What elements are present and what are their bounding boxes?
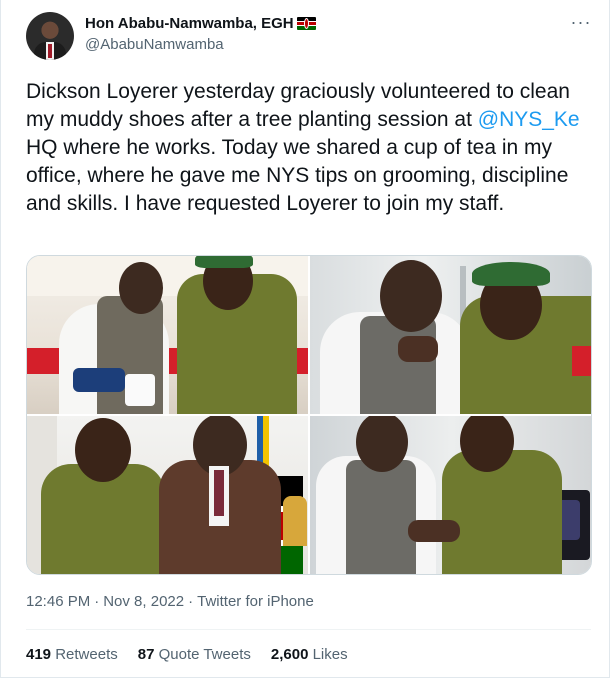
tweet-time[interactable]: 12:46 PM	[26, 593, 90, 610]
retweets-label: Retweets	[55, 646, 118, 663]
photo-4[interactable]	[310, 416, 591, 574]
likes-label: Likes	[312, 646, 348, 663]
likes-stat[interactable]: 2,600 Likes	[271, 646, 348, 663]
photo-2[interactable]	[310, 256, 591, 414]
retweets-count: 419	[26, 646, 52, 663]
likes-count: 2,600	[270, 646, 309, 663]
mention-link[interactable]: @NYS_Ke	[478, 108, 580, 131]
tweet-source[interactable]: Twitter for iPhone	[197, 593, 314, 610]
tweet-text-part-2: HQ where he works. Today we shared a cup…	[26, 136, 569, 215]
meta-separator: ·	[94, 593, 100, 610]
tweet-stats: 419 Retweets 87 Quote Tweets 2,600 Likes	[26, 646, 348, 663]
avatar-tie	[48, 44, 52, 58]
media-grid	[26, 255, 592, 575]
quote-tweets-count: 87	[137, 646, 155, 663]
kenya-flag-icon	[296, 17, 316, 30]
photo-3[interactable]	[27, 416, 308, 574]
more-options-icon[interactable]: ···	[569, 13, 593, 34]
tweet-date[interactable]: Nov 8, 2022	[103, 593, 184, 610]
divider	[26, 629, 591, 630]
quote-tweets-label: Quote Tweets	[158, 646, 251, 663]
author-name-row[interactable]: Hon Ababu-Namwamba, EGH	[85, 15, 316, 32]
tweet-card: Hon Ababu-Namwamba, EGH @AbabuNamwamba ·…	[0, 0, 610, 678]
photo-1[interactable]	[27, 256, 308, 414]
tweet-text: Dickson Loyerer yesterday graciously vol…	[26, 78, 591, 218]
author-name[interactable]: Hon Ababu-Namwamba, EGH	[85, 15, 294, 32]
retweets-stat[interactable]: 419 Retweets	[26, 646, 118, 663]
author-avatar[interactable]	[26, 12, 74, 60]
tweet-meta: 12:46 PM · Nov 8, 2022 · Twitter for iPh…	[26, 593, 314, 610]
meta-separator-2: ·	[188, 593, 194, 610]
quote-tweets-stat[interactable]: 87 Quote Tweets	[138, 646, 251, 663]
author-handle[interactable]: @AbabuNamwamba	[85, 36, 224, 53]
